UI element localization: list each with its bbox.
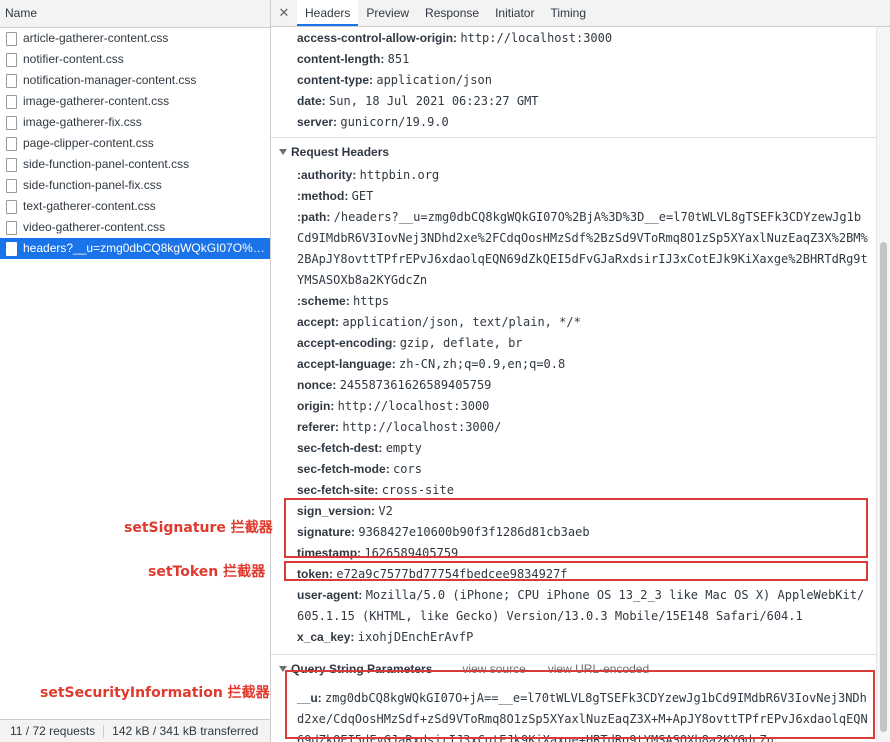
document-icon (6, 31, 17, 46)
header-row: date: Sun, 18 Jul 2021 06:23:27 GMT (297, 94, 539, 108)
request-name: side-function-panel-fix.css (23, 178, 162, 192)
tab-preview[interactable]: Preview (358, 0, 417, 26)
header-row: server: gunicorn/19.9.0 (297, 115, 449, 129)
header-row: x_ca_key: ixohjDEnchErAvfP (297, 630, 474, 644)
request-name: video-gatherer-content.css (23, 220, 166, 234)
header-row: content-length: 851 (297, 52, 410, 66)
request-row[interactable]: text-gatherer-content.css (0, 196, 270, 217)
request-list-panel: Name article-gatherer-content.css notifi… (0, 0, 271, 742)
tab-initiator[interactable]: Initiator (487, 0, 542, 26)
vertical-scrollbar[interactable] (876, 27, 890, 742)
request-row[interactable]: video-gatherer-content.css (0, 217, 270, 238)
request-name: page-clipper-content.css (23, 136, 154, 150)
tab-timing[interactable]: Timing (542, 0, 594, 26)
request-row[interactable]: image-gatherer-fix.css (0, 112, 270, 133)
request-count: 11 / 72 requests (10, 724, 96, 738)
document-icon (6, 52, 17, 67)
details-tabbar: ✕ Headers Preview Response Initiator Tim… (271, 0, 890, 27)
header-row: origin: http://localhost:3000 (297, 399, 490, 413)
transferred-size: 142 kB / 341 kB transferred (112, 724, 259, 738)
document-icon (6, 136, 17, 151)
scrollbar-thumb[interactable] (880, 242, 887, 732)
query-param-row: __u: zmg0dbCQ8kgWQkGI07O+jA==__e=l70tWLV… (297, 691, 868, 742)
header-row: access-control-allow-origin: http://loca… (297, 31, 613, 45)
header-row: content-type: application/json (297, 73, 492, 87)
document-icon (6, 220, 17, 235)
set-token-annotation: setToken 拦截器 (148, 564, 266, 580)
request-row[interactable]: page-clipper-content.css (0, 133, 270, 154)
header-row-signature: signature: 9368427e10600b90f3f1286d81cb3… (297, 525, 590, 539)
request-name: notification-manager-content.css (23, 73, 197, 87)
tab-response[interactable]: Response (417, 0, 487, 26)
request-name: side-function-panel-content.css (23, 157, 190, 171)
request-name: article-gatherer-content.css (23, 31, 169, 45)
request-name: image-gatherer-fix.css (23, 115, 142, 129)
view-url-encoded-link[interactable]: view URL-encoded (548, 655, 649, 683)
document-icon (6, 115, 17, 130)
request-list: article-gatherer-content.css notifier-co… (0, 28, 270, 259)
header-row: :authority: httpbin.org (297, 168, 440, 182)
network-status-bar: 11 / 72 requests 142 kB / 341 kB transfer… (0, 719, 270, 742)
header-row: :method: GET (297, 189, 374, 203)
close-icon[interactable]: ✕ (271, 0, 297, 26)
request-headers-section-title[interactable]: Request Headers (271, 137, 876, 165)
request-row[interactable]: side-function-panel-fix.css (0, 175, 270, 196)
request-row[interactable]: notification-manager-content.css (0, 70, 270, 91)
request-row[interactable]: image-gatherer-content.css (0, 91, 270, 112)
tab-headers[interactable]: Headers (297, 0, 359, 26)
document-icon (6, 157, 17, 172)
header-row-sign-version: sign_version: V2 (297, 504, 393, 518)
header-row: accept-encoding: gzip, deflate, br (297, 336, 523, 350)
request-name: image-gatherer-content.css (23, 94, 170, 108)
request-name: headers?__u=zmg0dbCQ8kgWQkGI07O%2BjA%3D%… (23, 241, 270, 255)
document-icon (6, 73, 17, 88)
name-column-header[interactable]: Name (0, 0, 270, 28)
header-row: nonce: 245587361626589405759 (297, 378, 492, 392)
request-details-panel: ✕ Headers Preview Response Initiator Tim… (271, 0, 890, 742)
header-row-token: token: e72a9c7577bd77754fbedcee9834927f (297, 567, 568, 581)
request-row[interactable]: side-function-panel-content.css (0, 154, 270, 175)
header-row: sec-fetch-site: cross-site (297, 483, 454, 497)
status-divider (103, 725, 105, 739)
request-row[interactable]: article-gatherer-content.css (0, 28, 270, 49)
header-row: accept: application/json, text/plain, */… (297, 315, 581, 329)
header-row: :scheme: https (297, 294, 390, 308)
document-icon (6, 178, 17, 193)
header-row: accept-language: zh-CN,zh;q=0.9,en;q=0.8 (297, 357, 566, 371)
view-source-link[interactable]: view source (462, 655, 525, 683)
document-icon (6, 199, 17, 214)
document-icon (6, 94, 17, 109)
triangle-down-icon (279, 148, 287, 155)
header-row: sec-fetch-mode: cors (297, 462, 422, 476)
header-row: sec-fetch-dest: empty (297, 441, 422, 455)
header-row-user-agent: user-agent: Mozilla/5.0 (iPhone; CPU iPh… (297, 588, 865, 623)
triangle-down-icon (279, 665, 287, 672)
header-row-timestamp: timestamp: 1626589405759 (297, 546, 459, 560)
document-icon (6, 241, 17, 256)
request-name: text-gatherer-content.css (23, 199, 156, 213)
request-name: notifier-content.css (23, 52, 124, 66)
set-signature-annotation: setSignature 拦截器 (124, 520, 273, 536)
request-row-selected[interactable]: headers?__u=zmg0dbCQ8kgWQkGI07O%2BjA%3D%… (0, 238, 270, 259)
header-row-path: :path: /headers?__u=zmg0dbCQ8kgWQkGI07O%… (297, 210, 868, 287)
request-row[interactable]: notifier-content.css (0, 49, 270, 70)
headers-content: access-control-allow-origin: http://loca… (271, 27, 876, 742)
header-row: referer: http://localhost:3000/ (297, 420, 502, 434)
set-security-annotation: setSecurityInformation 拦截器 (40, 685, 270, 701)
query-string-section-title[interactable]: Query String Parameters view source view U… (271, 654, 876, 682)
